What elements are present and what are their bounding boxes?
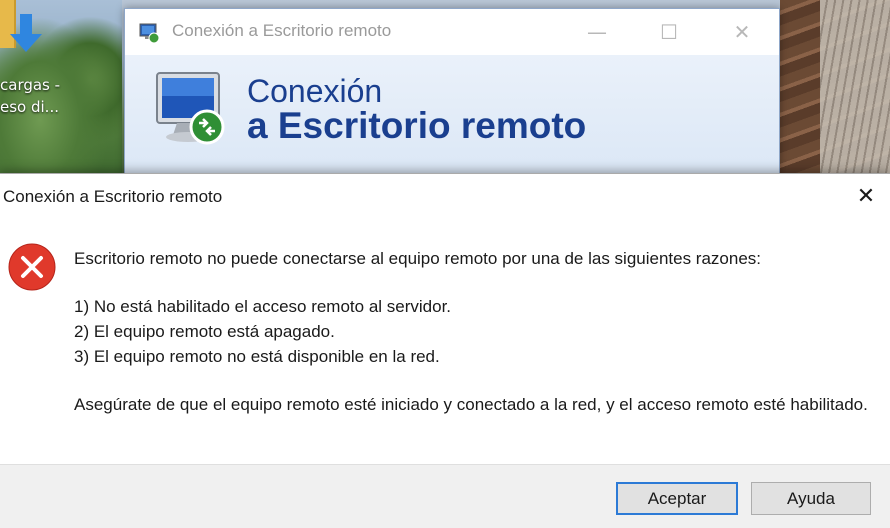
reason-item: 1) No está habilitado el acceso remoto a… (74, 297, 452, 316)
rdp-main-window[interactable]: Conexión a Escritorio remoto — ☐ ✕ Conex… (124, 8, 780, 178)
minimize-button[interactable]: — (577, 19, 617, 45)
rdp-window-title: Conexión a Escritorio remoto (172, 21, 392, 40)
maximize-button[interactable]: ☐ (649, 19, 689, 45)
help-button[interactable]: Ayuda (751, 482, 871, 515)
wallpaper-siding (820, 0, 890, 175)
dialog-message: Escritorio remoto no puede conectarse al… (74, 246, 884, 417)
close-button[interactable]: ✕ (722, 19, 762, 45)
dialog-close-button[interactable]: ✕ (848, 180, 884, 214)
reason-item: 2) El equipo remoto está apagado. (74, 322, 335, 341)
dialog-title: Conexión a Escritorio remoto (3, 187, 223, 206)
desktop-shortcut-label[interactable]: cargas - eso di... (0, 74, 70, 118)
download-arrow-icon (10, 14, 42, 52)
message-intro: Escritorio remoto no puede conectarse al… (74, 249, 762, 268)
desktop-wallpaper-right (780, 0, 890, 175)
remote-desktop-icon (139, 23, 160, 44)
reason-item: 3) El equipo remoto no está disponible e… (74, 347, 440, 366)
message-advice: Asegúrate de que el equipo remoto esté i… (74, 395, 868, 414)
rdp-banner: Conexión a Escritorio remoto (125, 55, 779, 177)
error-icon (8, 243, 56, 291)
rdp-banner-title-line2: a Escritorio remoto (247, 105, 587, 146)
dialog-footer: Aceptar Ayuda (0, 464, 890, 528)
accept-button[interactable]: Aceptar (616, 482, 738, 515)
rdp-titlebar[interactable]: Conexión a Escritorio remoto — ☐ ✕ (125, 9, 779, 55)
remote-desktop-monitor-icon (156, 72, 225, 145)
dialog-titlebar[interactable]: Conexión a Escritorio remoto ✕ (0, 174, 890, 220)
error-dialog[interactable]: Conexión a Escritorio remoto ✕ Escritori… (0, 173, 890, 528)
